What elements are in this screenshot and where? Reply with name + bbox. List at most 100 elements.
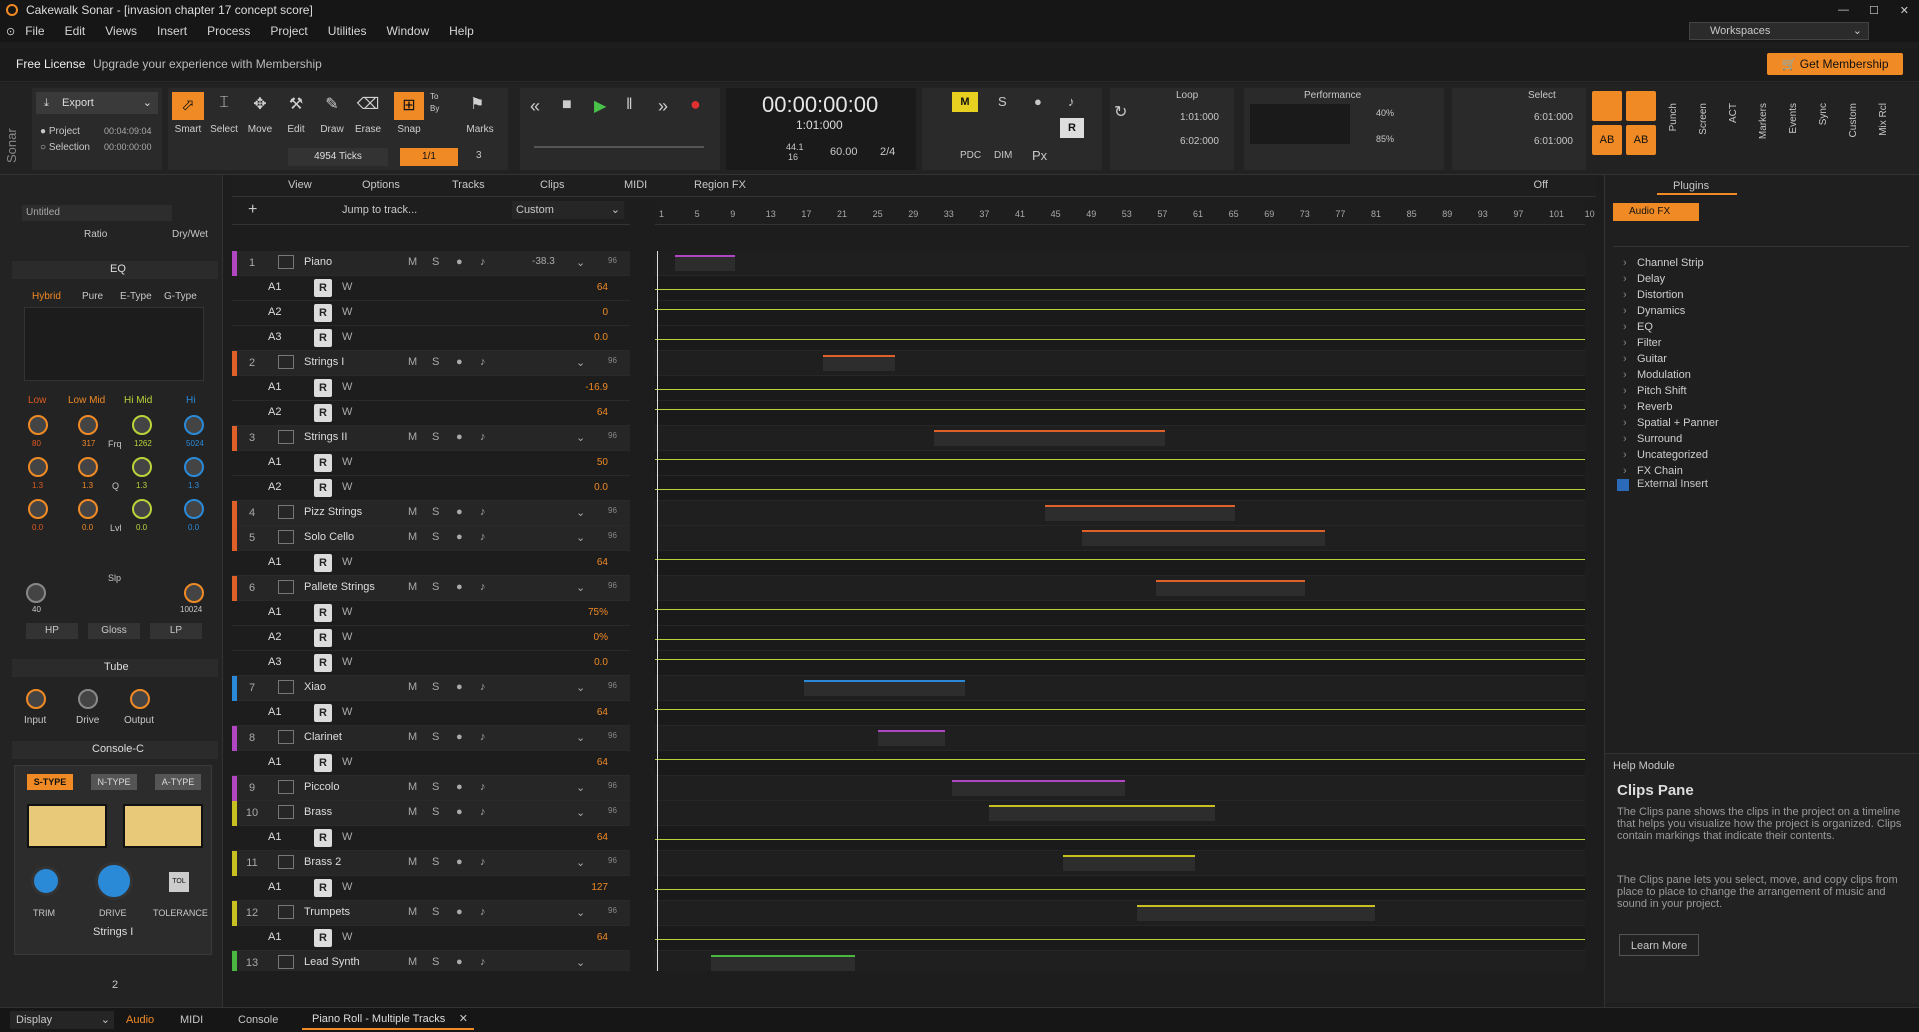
- display-dropdown[interactable]: Display ⌄: [10, 1011, 114, 1029]
- automation-lane[interactable]: [655, 551, 1585, 576]
- write-automation-button[interactable]: W: [342, 931, 352, 943]
- erase-tool-icon[interactable]: ⌫: [352, 94, 384, 114]
- punch-button-2[interactable]: [1626, 91, 1656, 121]
- mute-button[interactable]: M: [408, 681, 417, 693]
- plugin-category[interactable]: Modulation: [1613, 367, 1909, 383]
- plugin-category[interactable]: Guitar: [1613, 351, 1909, 367]
- s-type-button[interactable]: S-TYPE: [27, 774, 73, 790]
- automation-envelope[interactable]: [655, 759, 1585, 760]
- close-icon[interactable]: ✕: [1900, 4, 1909, 17]
- read-automation-button[interactable]: R: [314, 479, 332, 497]
- select-end[interactable]: 6:01:000: [1534, 136, 1573, 147]
- read-automation-button[interactable]: R: [314, 604, 332, 622]
- chevron-down-icon[interactable]: ⌄: [576, 431, 585, 444]
- tube-input-knob[interactable]: [26, 689, 46, 709]
- automation-lane-header[interactable]: A2 R W 64: [232, 401, 630, 426]
- n-type-button[interactable]: N-TYPE: [91, 774, 137, 790]
- external-insert-item[interactable]: External Insert: [1637, 478, 1708, 490]
- automation-value[interactable]: 75%: [588, 607, 608, 618]
- trim-knob[interactable]: [31, 866, 61, 896]
- select-tool-icon[interactable]: ⌶: [208, 94, 240, 112]
- automation-envelope[interactable]: [655, 409, 1585, 410]
- input-echo-icon[interactable]: ♪: [480, 906, 486, 918]
- track-name[interactable]: Strings II: [304, 431, 347, 443]
- automation-lane-header[interactable]: A1 R W 50: [232, 451, 630, 476]
- automation-lane[interactable]: [655, 651, 1585, 676]
- automation-value[interactable]: 0.0: [594, 657, 608, 668]
- mute-button[interactable]: M: [408, 906, 417, 918]
- automation-envelope[interactable]: [655, 889, 1585, 890]
- automation-lane-header[interactable]: A2 R W 0%: [232, 626, 630, 651]
- automation-lane[interactable]: [655, 701, 1585, 726]
- automation-lane[interactable]: [655, 401, 1585, 426]
- solo-button[interactable]: S: [432, 356, 439, 368]
- automation-value[interactable]: -16.9: [585, 382, 608, 393]
- learn-more-button[interactable]: Learn More: [1619, 934, 1699, 956]
- track-header[interactable]: 1 Piano M S ● ♪ -38.3 ⌄ 96: [232, 251, 630, 276]
- chevron-down-icon[interactable]: ⌄: [576, 581, 585, 594]
- mute-button[interactable]: M: [408, 856, 417, 868]
- input-echo-icon[interactable]: ♪: [480, 256, 486, 268]
- time-readout[interactable]: 00:00:00:00: [762, 92, 878, 118]
- midi-clip[interactable]: [934, 430, 1165, 446]
- track-header[interactable]: 12 Trumpets M S ● ♪ ⌄ 96: [232, 901, 630, 926]
- write-automation-button[interactable]: W: [342, 381, 352, 393]
- mute-button[interactable]: M: [408, 581, 417, 593]
- record-arm-icon[interactable]: ●: [456, 256, 463, 268]
- midi-clip[interactable]: [952, 780, 1125, 796]
- minimize-icon[interactable]: —: [1838, 4, 1849, 16]
- record-arm-icon[interactable]: ●: [456, 531, 463, 543]
- record-arm-icon[interactable]: ●: [456, 731, 463, 743]
- midi-clip[interactable]: [1063, 855, 1195, 871]
- audiofx-button[interactable]: Audio FX: [1613, 203, 1699, 221]
- automation-lane-header[interactable]: A2 R W 0: [232, 301, 630, 326]
- clips-menu[interactable]: Clips: [540, 179, 564, 191]
- toolbar-custom[interactable]: Custom: [1848, 103, 1859, 137]
- mute-button[interactable]: M: [408, 431, 417, 443]
- automation-envelope[interactable]: [655, 459, 1585, 460]
- toolbar-punch[interactable]: Punch: [1668, 103, 1679, 131]
- solo-button[interactable]: S: [432, 256, 439, 268]
- automation-lane[interactable]: [655, 476, 1585, 501]
- automation-lane[interactable]: [655, 601, 1585, 626]
- record-mon-icon[interactable]: ●: [1034, 94, 1042, 109]
- solo-button[interactable]: S: [432, 956, 439, 968]
- mute-button[interactable]: M: [408, 731, 417, 743]
- automation-lane-header[interactable]: A1 R W 64: [232, 276, 630, 301]
- plugin-category[interactable]: Spatial + Panner: [1613, 415, 1909, 431]
- dim-label[interactable]: DIM: [994, 150, 1012, 161]
- move-tool-icon[interactable]: ✥: [244, 94, 276, 114]
- read-automation-button[interactable]: R: [314, 654, 332, 672]
- automation-lane[interactable]: [655, 326, 1585, 351]
- chevron-down-icon[interactable]: ⌄: [576, 906, 585, 919]
- track-name[interactable]: Lead Synth: [304, 956, 360, 968]
- plugin-category[interactable]: Pitch Shift: [1613, 383, 1909, 399]
- track-header[interactable]: 13 Lead Synth M S ● ♪ ⌄: [232, 951, 630, 971]
- track-name[interactable]: Strings I: [304, 356, 344, 368]
- meter-readout[interactable]: 2/4: [880, 146, 895, 158]
- eq-mode-etype[interactable]: E-Type: [120, 291, 152, 302]
- midi-clip[interactable]: [989, 805, 1215, 821]
- metronome-button[interactable]: M: [952, 92, 978, 112]
- ticks-dropdown[interactable]: 4954 Ticks: [288, 148, 388, 166]
- automation-value[interactable]: 64: [597, 557, 608, 568]
- read-automation-button[interactable]: R: [314, 304, 332, 322]
- automation-lane-header[interactable]: A3 R W 0.0: [232, 326, 630, 351]
- export-button[interactable]: ⤓ Export ⌄: [36, 92, 158, 114]
- automation-value[interactable]: 0.0: [594, 332, 608, 343]
- solo-button[interactable]: S: [432, 906, 439, 918]
- track-name[interactable]: Xiao: [304, 681, 326, 693]
- himid-q-knob[interactable]: [132, 457, 152, 477]
- midi-clip[interactable]: [1137, 905, 1375, 921]
- clip-lane[interactable]: [655, 851, 1585, 876]
- automation-value[interactable]: 64: [597, 932, 608, 943]
- track-header[interactable]: 6 Pallete Strings M S ● ♪ ⌄ 96: [232, 576, 630, 601]
- sonar-menu-icon[interactable]: ⊙: [6, 25, 15, 38]
- automation-value[interactable]: 0%: [594, 632, 608, 643]
- midi-clip[interactable]: [823, 355, 895, 371]
- automation-envelope[interactable]: [655, 609, 1585, 610]
- track-header[interactable]: 2 Strings I M S ● ♪ ⌄ 96: [232, 351, 630, 376]
- r-button[interactable]: R: [1060, 118, 1084, 138]
- read-automation-button[interactable]: R: [314, 929, 332, 947]
- lowmid-freq-knob[interactable]: [78, 415, 98, 435]
